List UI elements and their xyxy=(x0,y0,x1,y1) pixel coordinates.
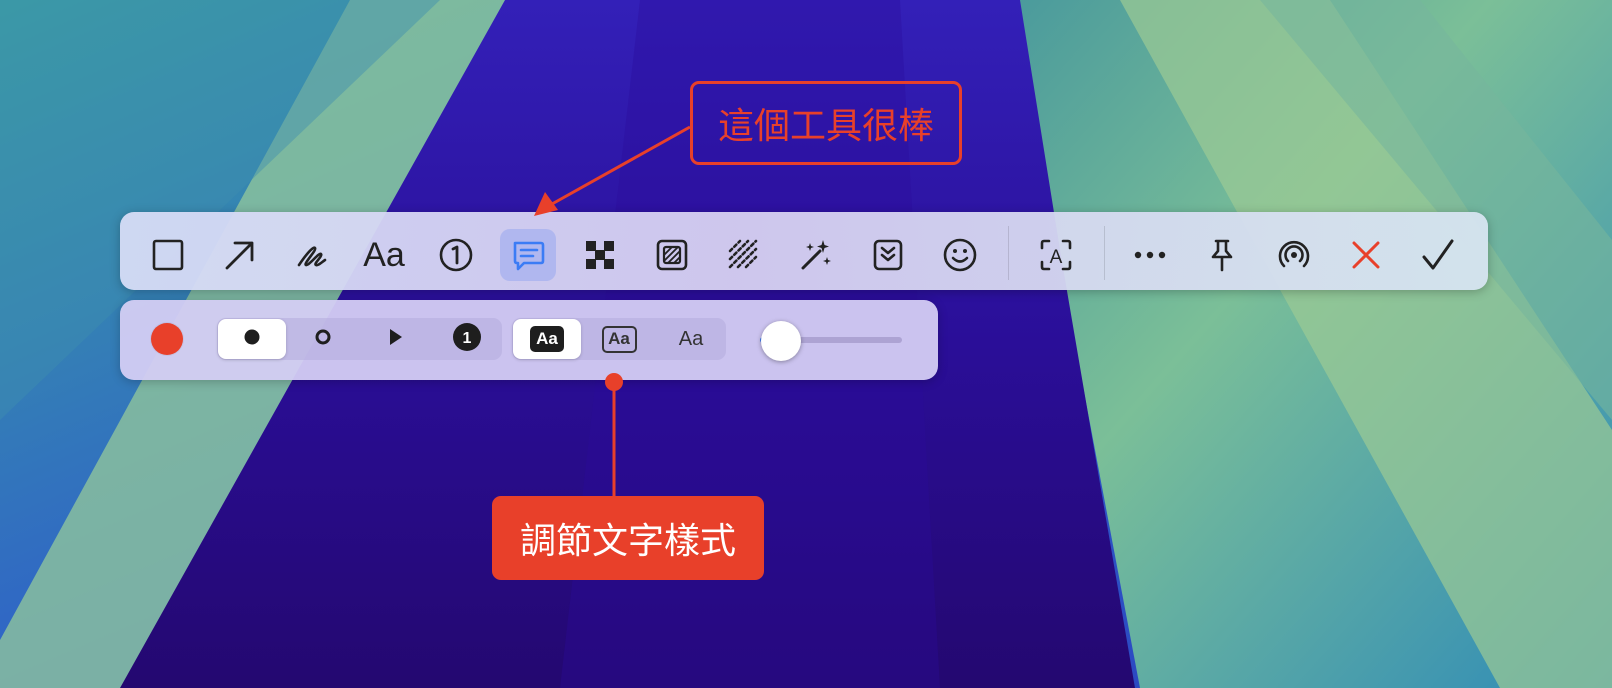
emoji-tool[interactable] xyxy=(932,229,988,281)
style-options-bar: 1 Aa Aa Aa xyxy=(120,300,938,380)
rectangle-tool[interactable] xyxy=(140,229,196,281)
text-style-outline: Aa xyxy=(601,325,637,353)
close-icon xyxy=(1350,239,1382,271)
emoji-icon xyxy=(942,237,978,273)
blur-box-tool[interactable] xyxy=(644,229,700,281)
more-icon xyxy=(1132,250,1168,260)
callout-top: 這個工具很棒 xyxy=(690,81,962,165)
marker-style-filled-dot[interactable] xyxy=(218,319,286,359)
toolbar-divider xyxy=(1104,226,1105,280)
confirm-button[interactable] xyxy=(1410,229,1466,281)
numbered-dot-icon: 1 xyxy=(452,322,482,357)
text-icon: Aa xyxy=(363,235,405,274)
toolbar-divider xyxy=(1008,226,1009,280)
marker-style-group: 1 xyxy=(217,318,502,360)
pin-icon xyxy=(1205,237,1239,273)
close-button[interactable] xyxy=(1338,229,1394,281)
pixelate-tool[interactable] xyxy=(572,229,628,281)
marker-style-numbered[interactable]: 1 xyxy=(433,318,501,360)
hatch-icon xyxy=(727,238,761,272)
pen-icon xyxy=(295,238,329,272)
hatch-tool[interactable] xyxy=(716,229,772,281)
arrow-icon xyxy=(223,238,257,272)
pen-tool[interactable] xyxy=(284,229,340,281)
chevron-down-box-icon xyxy=(871,238,905,272)
annotation-toolbar: Aa A xyxy=(120,212,1488,290)
counter-icon xyxy=(438,237,474,273)
hollow-dot-icon xyxy=(314,328,332,351)
text-style-filled-option[interactable]: Aa xyxy=(513,319,581,359)
marker-style-triangle[interactable] xyxy=(361,318,429,360)
magic-sparkles-icon xyxy=(798,237,834,273)
pixelate-icon xyxy=(584,239,616,271)
color-picker[interactable] xyxy=(151,323,183,355)
text-style-group: Aa Aa Aa xyxy=(512,318,726,360)
text-recognition-icon: A xyxy=(1038,237,1074,273)
text-style-plain: Aa xyxy=(678,327,704,350)
speech-bubble-tool[interactable] xyxy=(500,229,556,281)
triangle-icon xyxy=(386,327,404,352)
checkmark-icon xyxy=(1421,238,1455,272)
arrow-tool[interactable] xyxy=(212,229,268,281)
blur-box-icon xyxy=(655,238,689,272)
callout-bottom: 調節文字樣式 xyxy=(492,496,764,580)
pin-button[interactable] xyxy=(1194,229,1250,281)
text-recognition-tool[interactable]: A xyxy=(1028,229,1084,281)
airdrop-icon xyxy=(1276,237,1312,273)
svg-text:1: 1 xyxy=(463,330,472,347)
share-button[interactable] xyxy=(1266,229,1322,281)
text-style-outline-option[interactable]: Aa xyxy=(585,318,653,360)
svg-text:A: A xyxy=(1050,247,1063,268)
marker-style-hollow-dot[interactable] xyxy=(289,318,357,360)
scroll-capture-tool[interactable] xyxy=(860,229,916,281)
filled-dot-icon xyxy=(243,328,261,351)
rectangle-icon xyxy=(151,238,185,272)
more-button[interactable] xyxy=(1122,229,1178,281)
text-style-filled: Aa xyxy=(530,326,564,352)
text-tool[interactable]: Aa xyxy=(356,229,412,281)
size-slider-knob[interactable] xyxy=(761,321,802,361)
speech-bubble-icon xyxy=(510,237,546,273)
magic-tool[interactable] xyxy=(788,229,844,281)
text-style-plain-option[interactable]: Aa xyxy=(657,318,725,360)
counter-tool[interactable] xyxy=(428,229,484,281)
